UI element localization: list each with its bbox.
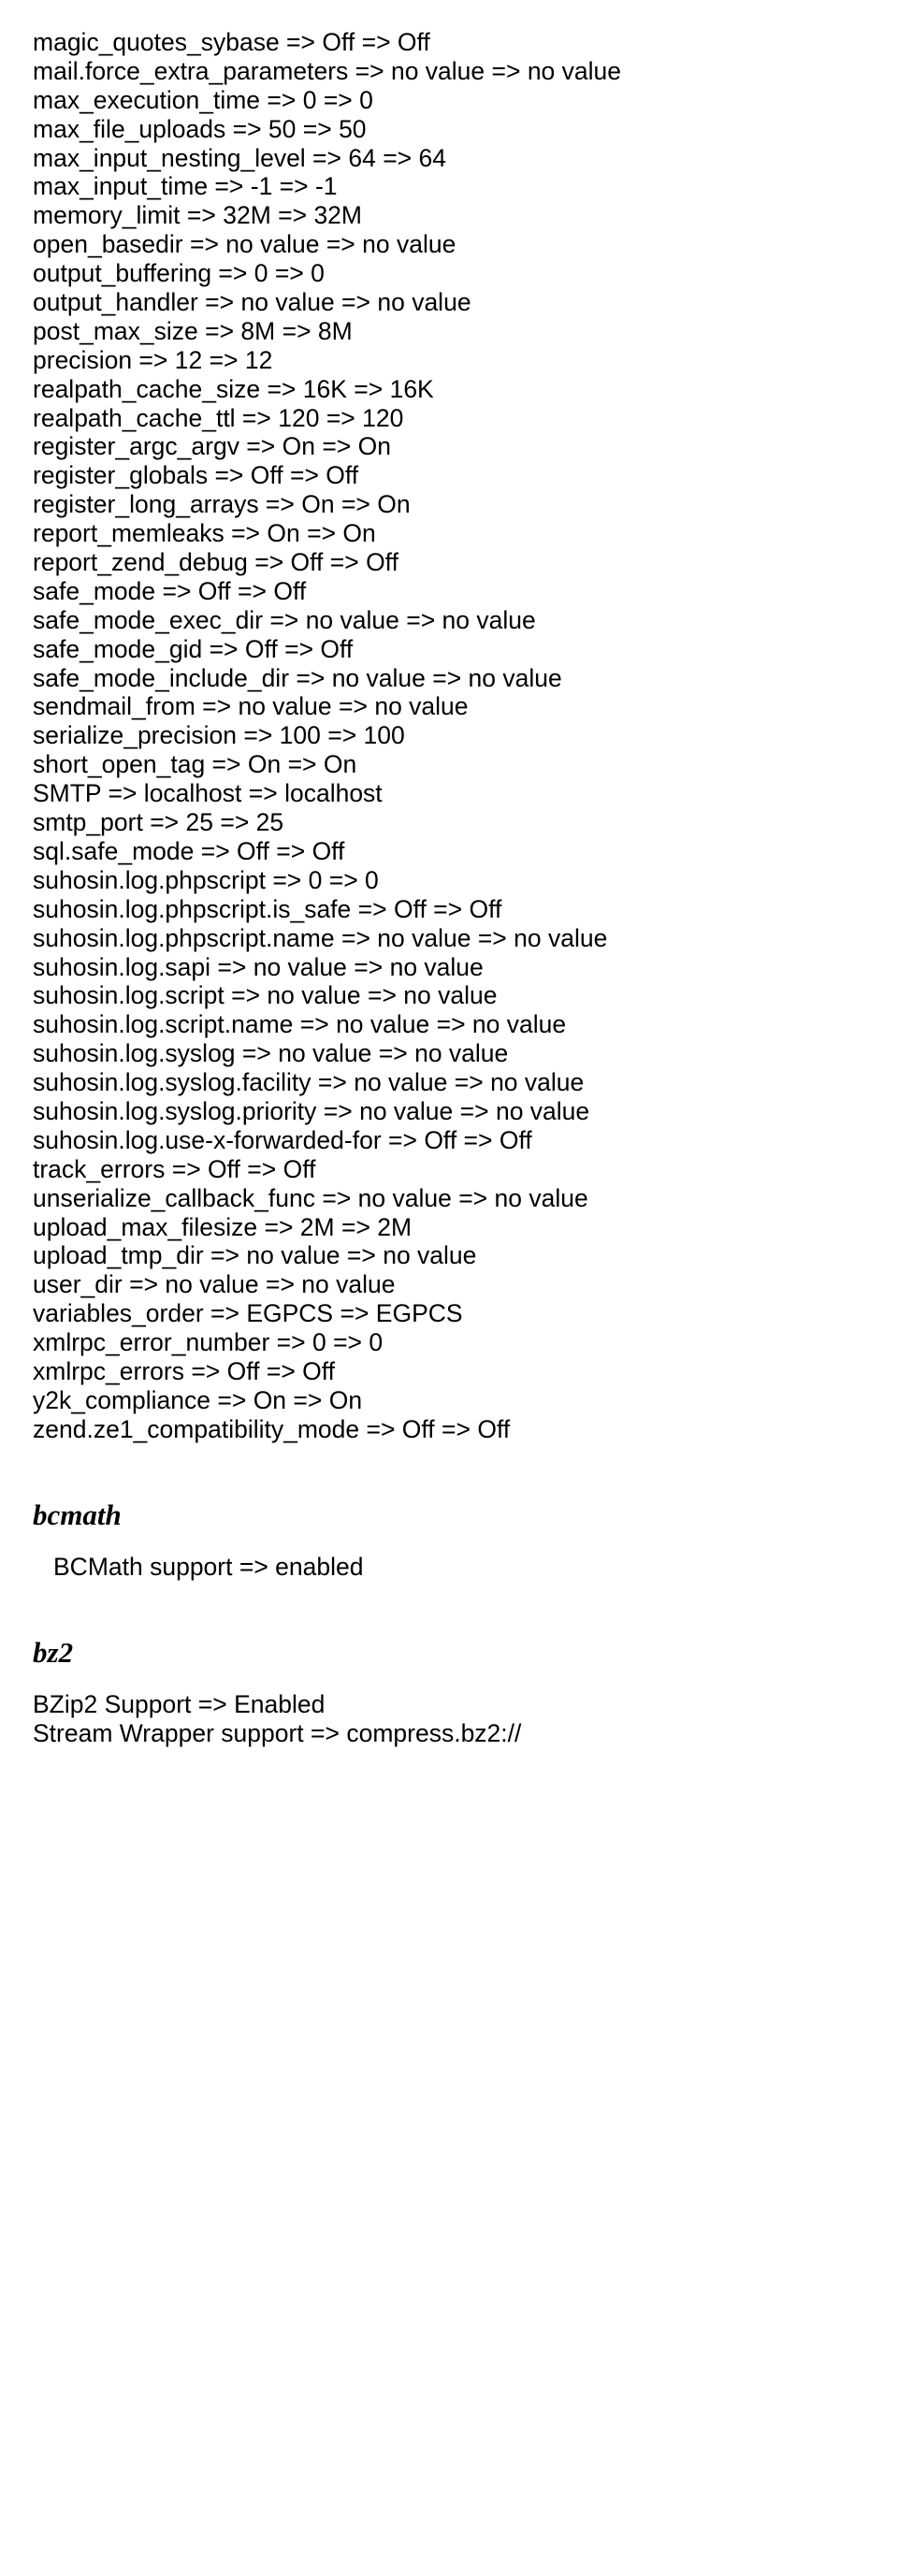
config-line: max_execution_time => 0 => 0	[33, 86, 870, 115]
config-line: safe_mode_exec_dir => no value => no val…	[33, 606, 870, 635]
config-line: y2k_compliance => On => On	[33, 1386, 870, 1415]
config-line: track_errors => Off => Off	[33, 1155, 870, 1184]
config-line: max_input_nesting_level => 64 => 64	[33, 144, 870, 173]
config-line: safe_mode_gid => Off => Off	[33, 635, 870, 664]
config-line: suhosin.log.phpscript => 0 => 0	[33, 866, 870, 895]
config-line: unserialize_callback_func => no value =>…	[33, 1184, 870, 1213]
config-line: zend.ze1_compatibility_mode => Off => Of…	[33, 1415, 870, 1444]
config-line: suhosin.log.phpscript.is_safe => Off => …	[33, 895, 870, 924]
config-line: precision => 12 => 12	[33, 346, 870, 375]
section-line: BZip2 Support => Enabled	[33, 1690, 870, 1719]
config-line: suhosin.log.syslog => no value => no val…	[33, 1039, 870, 1068]
config-line: max_file_uploads => 50 => 50	[33, 115, 870, 144]
config-line: output_handler => no value => no value	[33, 288, 870, 317]
config-line: suhosin.log.script => no value => no val…	[33, 981, 870, 1010]
config-line: max_input_time => -1 => -1	[33, 172, 870, 201]
config-line: register_argc_argv => On => On	[33, 432, 870, 461]
config-line: smtp_port => 25 => 25	[33, 808, 870, 837]
config-line: safe_mode => Off => Off	[33, 577, 870, 606]
section-body: BZip2 Support => EnabledStream Wrapper s…	[33, 1690, 870, 1748]
config-line: register_long_arrays => On => On	[33, 490, 870, 519]
config-line: report_zend_debug => Off => Off	[33, 548, 870, 577]
config-line: mail.force_extra_parameters => no value …	[33, 57, 870, 86]
config-line: sql.safe_mode => Off => Off	[33, 837, 870, 866]
section-line: BCMath support => enabled	[53, 1553, 870, 1582]
sections-container: bcmath BCMath support => enabled bz2 BZip2 …	[33, 1498, 870, 1748]
config-line: post_max_size => 8M => 8M	[33, 317, 870, 346]
config-line: output_buffering => 0 => 0	[33, 259, 870, 288]
section-body: BCMath support => enabled	[43, 1553, 870, 1582]
config-lines-block: magic_quotes_sybase => Off => Offmail.fo…	[33, 28, 870, 1444]
config-line: xmlrpc_errors => Off => Off	[33, 1357, 870, 1386]
config-line: suhosin.log.sapi => no value => no value	[33, 953, 870, 982]
config-line: suhosin.log.use-x-forwarded-for => Off =…	[33, 1126, 870, 1155]
config-line: upload_tmp_dir => no value => no value	[33, 1241, 870, 1270]
config-line: suhosin.log.script.name => no value => n…	[33, 1010, 870, 1039]
section-heading: bcmath	[33, 1498, 870, 1532]
config-line: SMTP => localhost => localhost	[33, 779, 870, 808]
config-line: realpath_cache_size => 16K => 16K	[33, 375, 870, 404]
config-line: suhosin.log.phpscript.name => no value =…	[33, 924, 870, 953]
section-line: Stream Wrapper support => compress.bz2:/…	[33, 1719, 870, 1748]
config-line: user_dir => no value => no value	[33, 1270, 870, 1299]
config-line: realpath_cache_ttl => 120 => 120	[33, 404, 870, 433]
config-line: report_memleaks => On => On	[33, 519, 870, 548]
config-line: register_globals => Off => Off	[33, 461, 870, 490]
config-line: memory_limit => 32M => 32M	[33, 201, 870, 230]
config-line: suhosin.log.syslog.priority => no value …	[33, 1097, 870, 1126]
config-line: safe_mode_include_dir => no value => no …	[33, 664, 870, 693]
config-line: xmlrpc_error_number => 0 => 0	[33, 1328, 870, 1357]
config-line: variables_order => EGPCS => EGPCS	[33, 1299, 870, 1328]
config-line: magic_quotes_sybase => Off => Off	[33, 28, 870, 57]
section-heading: bz2	[33, 1636, 870, 1670]
config-line: upload_max_filesize => 2M => 2M	[33, 1213, 870, 1242]
config-line: open_basedir => no value => no value	[33, 230, 870, 259]
config-line: suhosin.log.syslog.facility => no value …	[33, 1068, 870, 1097]
config-line: sendmail_from => no value => no value	[33, 692, 870, 721]
config-line: serialize_precision => 100 => 100	[33, 721, 870, 750]
config-line: short_open_tag => On => On	[33, 750, 870, 779]
